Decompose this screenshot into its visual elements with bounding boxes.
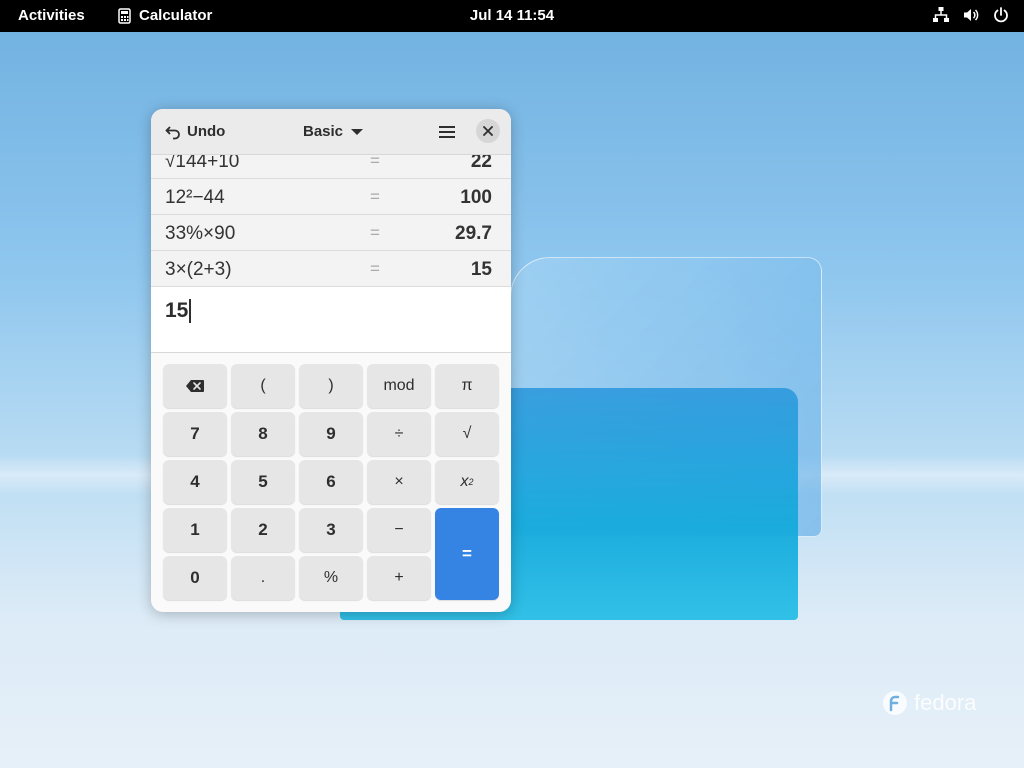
digit-9-button[interactable]: 9 (299, 412, 363, 456)
mod-button[interactable]: mod (367, 364, 431, 408)
app-menu-button[interactable]: Calculator (118, 7, 212, 24)
calculator-window: Undo Basic √144+10 = 22 12²−44 = 100 33%… (151, 109, 511, 612)
backspace-icon (186, 380, 204, 392)
mode-label: Basic (303, 123, 344, 140)
digit-0-button[interactable]: 0 (163, 556, 227, 600)
divide-button[interactable]: ÷ (367, 412, 431, 456)
history-result[interactable]: 22 (471, 155, 492, 173)
app-name-label: Calculator (139, 7, 213, 24)
square-exponent-label: 2 (468, 477, 474, 487)
digit-5-button[interactable]: 5 (231, 460, 295, 504)
history-row[interactable]: 3×(2+3) = 15 (151, 251, 511, 287)
top-bar: Activities Calculator Jul 14 11:54 (0, 0, 1024, 32)
percent-button[interactable]: % (299, 556, 363, 600)
history-row[interactable]: 12²−44 = 100 (151, 179, 511, 215)
subtract-button[interactable]: − (367, 508, 431, 552)
dropdown-arrow-icon (351, 128, 364, 135)
close-paren-button[interactable]: ) (299, 364, 363, 408)
history-list[interactable]: √144+10 = 22 12²−44 = 100 33%×90 = 29.7 … (151, 155, 511, 287)
entry-value: 15 (165, 299, 189, 322)
pi-button[interactable]: π (435, 364, 499, 408)
history-row[interactable]: 33%×90 = 29.7 (151, 215, 511, 251)
hamburger-menu-icon (439, 126, 455, 138)
close-button[interactable] (476, 119, 500, 143)
digit-4-button[interactable]: 4 (163, 460, 227, 504)
main-menu-button[interactable] (438, 124, 456, 145)
add-button[interactable]: + (367, 556, 431, 600)
system-status-area[interactable] (932, 6, 1010, 24)
sqrt-button[interactable]: √ (435, 412, 499, 456)
text-cursor (189, 299, 192, 323)
history-row[interactable]: √144+10 = 22 (151, 155, 511, 179)
open-paren-button[interactable]: ( (231, 364, 295, 408)
square-button[interactable]: x2 (435, 460, 499, 504)
digit-7-button[interactable]: 7 (163, 412, 227, 456)
undo-label: Undo (187, 123, 226, 140)
power-icon (994, 7, 1008, 23)
equals-button[interactable]: = (435, 508, 499, 600)
digit-3-button[interactable]: 3 (299, 508, 363, 552)
close-icon (483, 126, 493, 136)
expression-entry[interactable]: 15 (151, 287, 511, 353)
activities-button[interactable]: Activities (18, 7, 85, 24)
history-expression[interactable]: 3×(2+3) (165, 259, 232, 281)
decimal-point-button[interactable]: . (231, 556, 295, 600)
clock[interactable]: Jul 14 11:54 (470, 7, 554, 24)
undo-icon (165, 125, 180, 139)
history-result[interactable]: 15 (471, 259, 492, 281)
backspace-button[interactable] (163, 364, 227, 408)
digit-8-button[interactable]: 8 (231, 412, 295, 456)
multiply-button[interactable]: × (367, 460, 431, 504)
history-equals: = (370, 259, 380, 278)
digit-1-button[interactable]: 1 (163, 508, 227, 552)
history-expression[interactable]: 12²−44 (165, 187, 225, 209)
history-equals: = (370, 187, 380, 206)
volume-icon (964, 9, 979, 21)
network-icon (933, 7, 949, 22)
digit-2-button[interactable]: 2 (231, 508, 295, 552)
fedora-icon (883, 691, 907, 715)
history-equals: = (370, 155, 380, 170)
header-bar: Undo Basic (151, 109, 511, 155)
fedora-logo: fedora (882, 690, 976, 716)
history-expression[interactable]: √144+10 (165, 155, 239, 173)
history-expression[interactable]: 33%×90 (165, 223, 235, 245)
history-result[interactable]: 29.7 (455, 223, 492, 245)
history-equals: = (370, 223, 380, 242)
mode-dropdown[interactable]: Basic (303, 123, 364, 140)
digit-6-button[interactable]: 6 (299, 460, 363, 504)
history-result[interactable]: 100 (460, 187, 492, 209)
undo-button[interactable]: Undo (165, 123, 225, 140)
fedora-wordmark: fedora (914, 690, 977, 715)
calculator-app-icon (118, 7, 131, 24)
